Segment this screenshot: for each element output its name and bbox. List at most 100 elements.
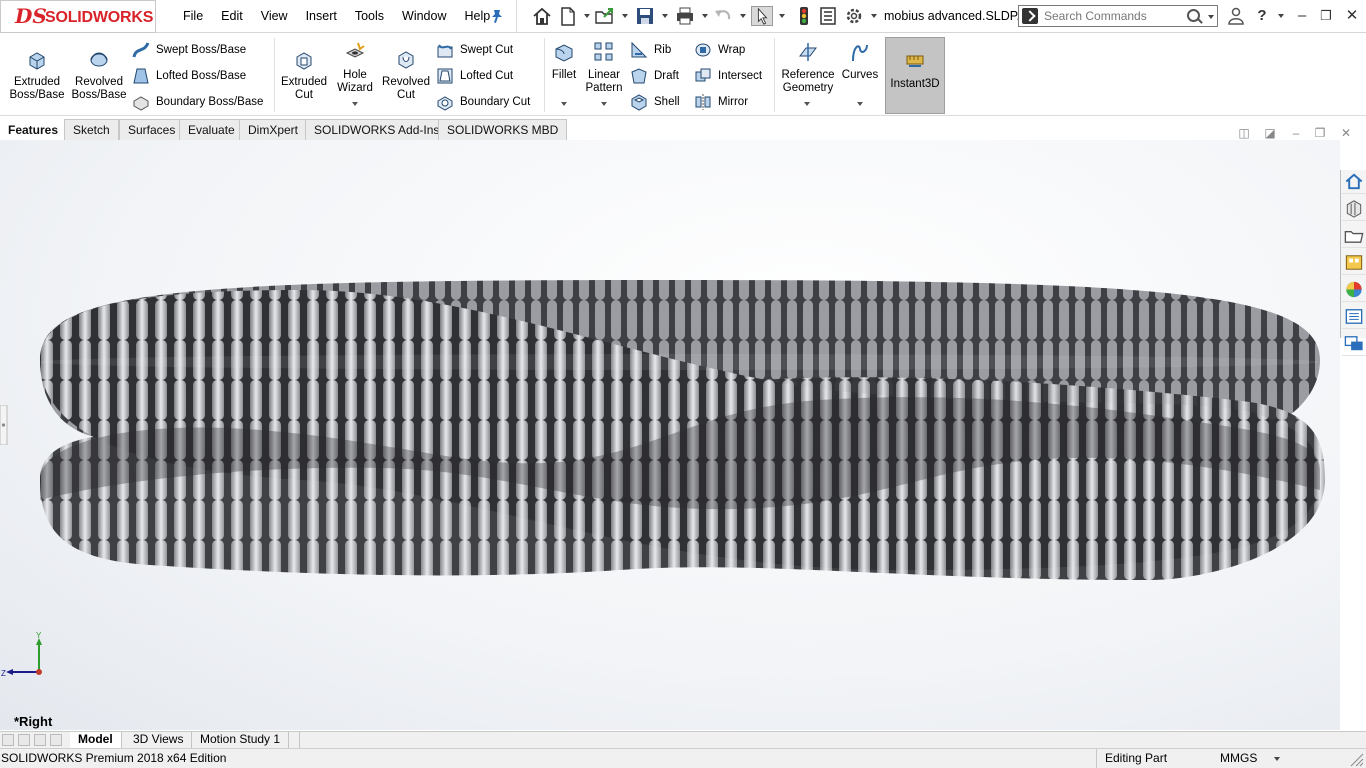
tab-evaluate[interactable]: Evaluate <box>179 119 244 140</box>
help-dropdown-arrow[interactable] <box>1278 14 1284 18</box>
tab-solidworks-add-ins[interactable]: SOLIDWORKS Add-Ins <box>305 119 449 140</box>
first-tab-nav-icon[interactable] <box>2 734 14 746</box>
last-tab-nav-icon[interactable] <box>50 734 62 746</box>
file-properties-icon[interactable] <box>817 6 839 26</box>
home-icon[interactable] <box>531 6 553 26</box>
viewport-minimize-icon[interactable]: – <box>1288 126 1304 140</box>
select-dropdown-arrow[interactable] <box>779 14 785 18</box>
open-dropdown-arrow[interactable] <box>622 14 628 18</box>
custom-properties-icon[interactable] <box>1342 305 1366 329</box>
viewport-restore-icon[interactable]: ❐ <box>1312 126 1328 140</box>
help-icon[interactable]: ? <box>1250 0 1274 32</box>
wrap-icon <box>695 43 711 57</box>
resize-grip-icon[interactable] <box>1348 751 1364 767</box>
design-library-icon[interactable] <box>1342 197 1366 221</box>
menu-file[interactable]: File <box>174 0 212 33</box>
swept-cut-button[interactable]: Swept Cut <box>436 41 513 59</box>
appearances-scenes-icon[interactable] <box>1342 278 1366 302</box>
shell-button[interactable]: Shell <box>630 93 680 111</box>
search-dropdown-arrow[interactable] <box>1208 15 1214 19</box>
menu-insert[interactable]: Insert <box>297 0 346 33</box>
menu-edit[interactable]: Edit <box>212 0 252 33</box>
solidworks-forum-icon[interactable] <box>1342 332 1366 356</box>
new-dropdown-arrow[interactable] <box>584 14 590 18</box>
search-commands-box[interactable]: Search Commands <box>1018 5 1218 27</box>
user-account-icon[interactable] <box>1228 7 1244 25</box>
boundary-boss-base-button[interactable]: Boundary Boss/Base <box>132 93 263 111</box>
solidworks-resources-home-icon[interactable] <box>1342 170 1366 194</box>
viewport-tile-left-icon[interactable]: ◫ <box>1236 126 1252 140</box>
viewport-tile-right-icon[interactable]: ◪ <box>1262 126 1278 140</box>
instant3d-button[interactable]: Instant3D <box>885 37 945 114</box>
extruded-boss-base-button[interactable]: Extruded Boss/Base <box>6 48 68 102</box>
revolved-boss-icon <box>90 52 108 67</box>
extruded-cut-button[interactable]: Extruded Cut <box>276 48 332 102</box>
tab-sketch[interactable]: Sketch <box>64 119 119 140</box>
search-input[interactable]: Search Commands <box>1044 9 1147 23</box>
search-commands-scope-icon[interactable] <box>1022 8 1038 24</box>
tab-motion-study-1[interactable]: Motion Study 1 <box>192 732 290 748</box>
save-dropdown-arrow[interactable] <box>662 14 668 18</box>
undo-dropdown-arrow[interactable] <box>740 14 746 18</box>
next-tab-nav-icon[interactable] <box>34 734 46 746</box>
mirror-button[interactable]: Mirror <box>694 93 748 111</box>
pin-menu-icon[interactable] <box>490 8 504 24</box>
tab-solidworks-mbd[interactable]: SOLIDWORKS MBD <box>438 119 568 140</box>
prev-tab-nav-icon[interactable] <box>18 734 30 746</box>
lofted-cut-button[interactable]: Lofted Cut <box>436 67 513 85</box>
status-units[interactable]: MMGS <box>1220 749 1257 767</box>
file-explorer-icon[interactable] <box>1342 224 1366 248</box>
wrap-button[interactable]: Wrap <box>694 41 745 59</box>
revolved-boss-base-button[interactable]: Revolved Boss/Base <box>68 48 130 102</box>
hole-wizard-button[interactable]: Hole Wizard <box>332 41 378 95</box>
intersect-button[interactable]: Intersect <box>694 67 762 85</box>
select-pointer-icon[interactable] <box>751 6 773 26</box>
extruded-boss-icon <box>29 52 45 70</box>
viewport-close-icon[interactable]: ✕ <box>1338 126 1354 140</box>
curves-dropdown-arrow[interactable] <box>857 102 863 106</box>
curves-button[interactable]: Curves <box>840 41 880 82</box>
boundary-cut-button[interactable]: Boundary Cut <box>436 93 530 111</box>
fillet-dropdown-arrow[interactable] <box>561 102 567 106</box>
reference-geometry-button[interactable]: Reference Geometry <box>778 41 838 95</box>
quick-access-toolbar <box>516 0 877 33</box>
rib-button[interactable]: Rib <box>630 41 671 59</box>
menu-tools[interactable]: Tools <box>346 0 393 33</box>
reference-geometry-dropdown-arrow[interactable] <box>804 102 810 106</box>
tab-dimxpert[interactable]: DimXpert <box>239 119 308 140</box>
tab-features[interactable]: Features <box>0 120 67 141</box>
units-dropdown-arrow[interactable] <box>1274 757 1280 761</box>
print-dropdown-arrow[interactable] <box>702 14 708 18</box>
rebuild-traffic-light-icon[interactable] <box>793 6 815 26</box>
restore-window-icon[interactable]: ❐ <box>1314 0 1338 32</box>
view-palette-icon[interactable] <box>1342 251 1366 275</box>
new-document-icon[interactable] <box>557 6 579 26</box>
menu-view[interactable]: View <box>252 0 297 33</box>
linear-pattern-button[interactable]: Linear Pattern <box>582 41 626 95</box>
menu-window[interactable]: Window <box>393 0 455 33</box>
solidworks-logo[interactable]: DS SOLIDWORKS <box>0 0 156 33</box>
feature-manager-expander[interactable] <box>0 405 8 445</box>
graphics-area[interactable] <box>0 140 1340 730</box>
undo-icon[interactable] <box>712 6 734 26</box>
options-gear-icon[interactable] <box>843 6 865 26</box>
revolved-cut-button[interactable]: Revolved Cut <box>378 48 434 102</box>
linear-pattern-dropdown-arrow[interactable] <box>601 102 607 106</box>
fillet-button[interactable]: Fillet <box>546 41 582 82</box>
tab-surfaces[interactable]: Surfaces <box>119 119 185 140</box>
options-dropdown-arrow[interactable] <box>871 14 877 18</box>
swept-boss-base-button[interactable]: Swept Boss/Base <box>132 41 246 59</box>
save-icon[interactable] <box>634 6 656 26</box>
mobius-model-render[interactable] <box>0 140 1340 730</box>
hole-wizard-dropdown-arrow[interactable] <box>352 102 358 106</box>
print-icon[interactable] <box>674 6 696 26</box>
tab-3d-views[interactable]: 3D Views <box>125 732 193 748</box>
lofted-boss-base-button[interactable]: Lofted Boss/Base <box>132 67 246 85</box>
close-window-icon[interactable]: ✕ <box>1340 0 1364 32</box>
minimize-icon[interactable]: – <box>1290 0 1314 32</box>
draft-button[interactable]: Draft <box>630 67 679 85</box>
open-file-icon[interactable] <box>594 6 616 26</box>
lofted-cut-label: Lofted Cut <box>460 70 514 83</box>
search-icon[interactable] <box>1187 9 1200 22</box>
tab-model[interactable]: Model <box>70 732 122 748</box>
